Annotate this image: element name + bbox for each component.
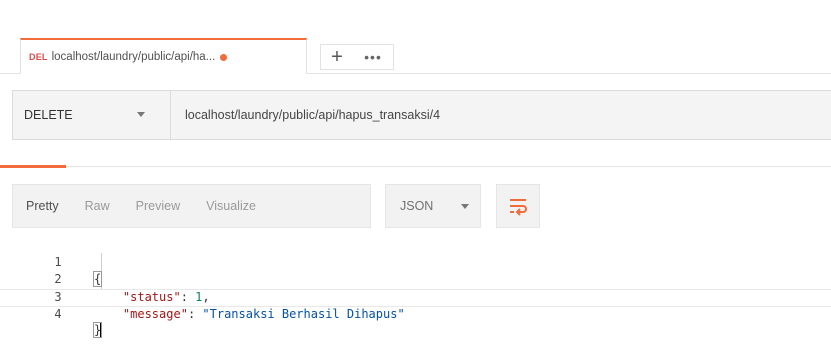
chevron-down-icon [461, 204, 469, 209]
code-line: 2 "status": 1, [0, 254, 831, 304]
code-line: 1 { [0, 236, 831, 287]
format-select-value: JSON [400, 199, 434, 213]
wrap-lines-button[interactable] [496, 184, 540, 228]
json-key: "message" [122, 307, 188, 321]
text-cursor [100, 323, 102, 337]
chevron-down-icon [137, 112, 145, 117]
response-tab-active-indicator [0, 165, 66, 168]
view-visualize-button[interactable]: Visualize [193, 199, 269, 213]
more-tabs-button[interactable]: ••• [353, 45, 393, 69]
line-number: 4 [54, 306, 62, 321]
request-tab-title: localhost/laundry/public/api/ha... [51, 51, 216, 63]
view-preview-button[interactable]: Preview [123, 199, 193, 213]
response-tabs-divider [0, 166, 831, 167]
wrap-lines-icon [510, 199, 527, 216]
method-select[interactable]: DELETE [13, 91, 171, 139]
response-body[interactable]: 1 { 2 "status": 1, 3 "message": "Transak… [0, 236, 831, 338]
request-tab[interactable]: DEL localhost/laundry/public/api/ha... [20, 38, 307, 74]
request-tab-strip: DEL localhost/laundry/public/api/ha... +… [0, 0, 831, 74]
view-pretty-button[interactable]: Pretty [13, 199, 72, 213]
code-line: 3 "message": "Transaksi Berhasil Dihapus… [0, 271, 831, 322]
request-tab-method-badge: DEL [29, 52, 48, 62]
response-view-toggle: Pretty Raw Preview Visualize [12, 184, 371, 228]
format-select[interactable]: JSON [385, 184, 481, 228]
request-url-bar: DELETE localhost/laundry/public/api/hapu… [12, 90, 831, 140]
url-input[interactable]: localhost/laundry/public/api/hapus_trans… [171, 91, 831, 139]
view-raw-button[interactable]: Raw [72, 199, 123, 213]
dot-icon [220, 53, 228, 61]
postman-window: DEL localhost/laundry/public/api/ha... +… [0, 0, 831, 361]
add-tab-button[interactable]: + [321, 45, 353, 69]
method-select-value: DELETE [24, 108, 73, 122]
json-string-value: "Transaksi Berhasil Dihapus" [202, 307, 405, 321]
code-line-current: 4 } [0, 288, 831, 338]
tab-actions: + ••• [320, 44, 394, 70]
